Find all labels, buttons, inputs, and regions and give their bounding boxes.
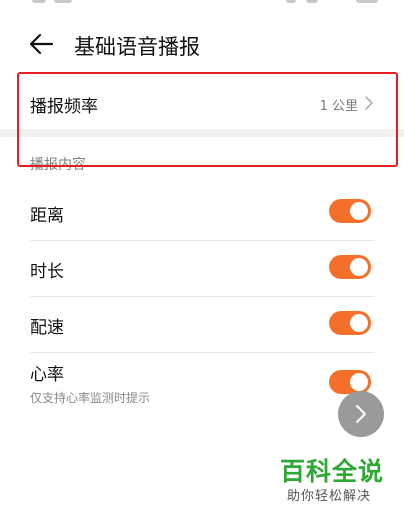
duration-toggle[interactable]	[329, 255, 371, 279]
watermark-logo: 百科全说 助你轻松解决	[280, 452, 392, 508]
toggle-knob	[350, 373, 368, 391]
toggle-row-pace: 配速	[0, 296, 404, 352]
toggle-knob	[350, 202, 368, 220]
watermark-subtitle: 助你轻松解决	[287, 489, 372, 504]
distance-toggle[interactable]	[329, 199, 371, 223]
next-button[interactable]	[338, 391, 384, 437]
page-title: 基础语音播报	[74, 35, 200, 59]
pace-toggle[interactable]	[329, 311, 371, 335]
toggle-label-distance: 距离	[30, 206, 64, 226]
status-bar	[0, 0, 404, 8]
toggle-row-duration: 时长	[0, 240, 404, 296]
toggle-knob	[350, 258, 368, 276]
toggle-label-heart-rate: 心率	[30, 365, 64, 385]
toggle-label-duration: 时长	[30, 262, 64, 282]
watermark-title: 百科全说	[280, 457, 385, 486]
toggle-sublabel-heart-rate: 仅支持心率监测时提示	[30, 391, 151, 405]
toggle-label-pace: 配速	[30, 318, 64, 338]
toggle-row-distance: 距离	[0, 184, 404, 240]
highlight-annotation	[17, 72, 398, 167]
arrow-left-icon[interactable]	[28, 32, 54, 56]
toggle-knob	[350, 314, 368, 332]
chevron-right-icon	[356, 405, 366, 423]
header: 基础语音播报	[0, 22, 404, 66]
